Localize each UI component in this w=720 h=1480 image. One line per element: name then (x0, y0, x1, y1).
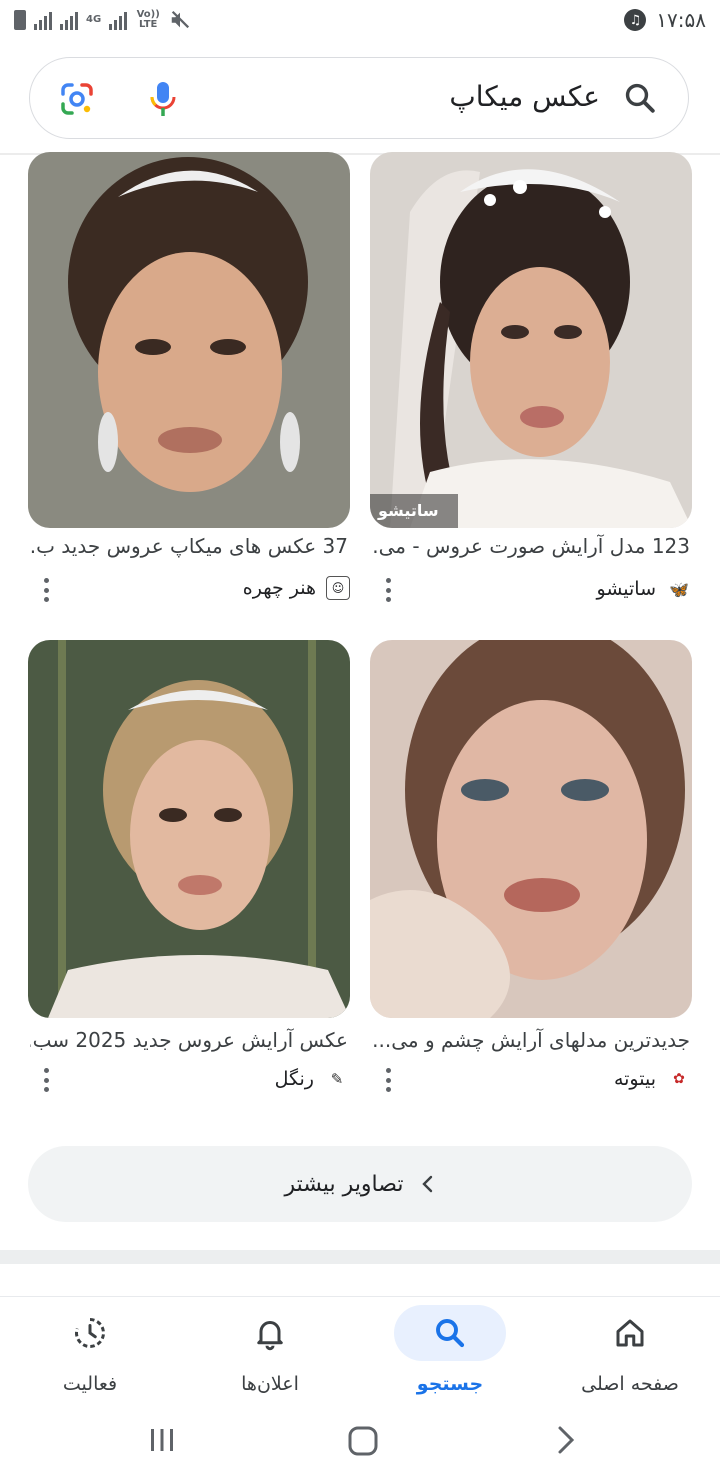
result-source[interactable]: ☺ هنر چهره (243, 576, 350, 600)
result-source[interactable]: 🦋 ساتیشو (597, 576, 693, 602)
rangel-logo-icon: ✎ (330, 1070, 344, 1088)
chevron-left-icon (422, 1175, 433, 1193)
nav-label-search: جستجو (416, 1373, 484, 1395)
result-source[interactable]: ✎ رنگل (275, 1066, 350, 1092)
bitote-logo-icon: ✿ (673, 1071, 685, 1087)
status-left: 4G Vo)) LTE (14, 9, 191, 31)
signal-icon-2 (60, 10, 78, 30)
more-options-icon[interactable] (42, 1068, 50, 1092)
result-title[interactable]: 37 عکس های میکاپ عروس جدید ب... (30, 534, 348, 558)
result-image[interactable]: ساتیشو (370, 152, 692, 528)
more-options-icon[interactable] (384, 1068, 392, 1092)
search-icon[interactable] (622, 80, 658, 116)
nav-notifications[interactable]: اعلان‌ها (180, 1305, 360, 1395)
clock: ۱۷:۵۸ (656, 8, 706, 32)
network-type-label: 4G (86, 14, 102, 25)
source-name: رنگل (274, 1068, 314, 1090)
result-image[interactable] (370, 640, 692, 1018)
source-name: بیتوته (613, 1068, 656, 1090)
result-image[interactable] (28, 152, 350, 528)
result-source[interactable]: ✿ بیتوته (614, 1066, 692, 1092)
search-bar[interactable]: عکس میکاپ (29, 57, 689, 139)
nav-label-activity: فعالیت (62, 1373, 118, 1395)
source-name: هنر چهره (242, 577, 316, 599)
more-options-icon[interactable] (42, 578, 50, 602)
signal-icon (34, 10, 52, 30)
image-result-card[interactable]: ساتیشو 123 مدل آرایش صورت عروس - می... 🦋… (370, 152, 692, 602)
status-bar: 4G Vo)) LTE ♫ ۱۷:۵۸ (0, 0, 720, 44)
nav-label-notifications: اعلان‌ها (241, 1373, 299, 1395)
nav-home[interactable]: صفحه اصلی (540, 1305, 720, 1395)
search-input[interactable]: عکس میکاپ (449, 80, 600, 113)
section-divider (0, 1250, 720, 1264)
source-name: ساتیشو (596, 578, 657, 600)
home-icon (616, 1319, 644, 1347)
system-navigation (0, 1408, 720, 1480)
image-result-card[interactable]: 37 عکس های میکاپ عروس جدید ب... ☺ هنر چه… (28, 152, 350, 602)
butterfly-icon: 🦋 (669, 579, 689, 599)
nav-label-home: صفحه اصلی (581, 1373, 679, 1395)
bell-icon (257, 1321, 283, 1351)
recent-apps-icon[interactable] (146, 1424, 178, 1456)
watermark-text: ساتیشو (378, 501, 439, 520)
google-lens-icon[interactable] (60, 82, 94, 116)
image-result-card[interactable]: جدیدترین مدلهای آرایش چشم و می... ✿ بیتو… (370, 640, 692, 1092)
activity-icon (75, 1318, 105, 1348)
more-options-icon[interactable] (384, 578, 392, 602)
mic-icon[interactable] (148, 80, 178, 120)
result-image[interactable] (28, 640, 350, 1018)
bottom-navigation: صفحه اصلی جستجو اعلان‌ها فعالیت (0, 1296, 720, 1407)
more-images-label: تصاویر بیشتر (284, 1171, 404, 1197)
back-icon[interactable] (552, 1424, 580, 1456)
result-title[interactable]: 123 مدل آرایش صورت عروس - می... (372, 534, 690, 558)
nav-search[interactable]: جستجو (360, 1305, 540, 1395)
volte-label: Vo)) LTE (136, 9, 160, 30)
battery-icon (14, 10, 26, 30)
result-title[interactable]: عکس آرایش عروس جدید 2025 سب... (30, 1028, 348, 1052)
result-title[interactable]: جدیدترین مدلهای آرایش چشم و می... (372, 1028, 690, 1052)
nav-activity[interactable]: فعالیت (0, 1305, 180, 1395)
music-icon: ♫ (624, 9, 647, 31)
mute-icon (171, 10, 190, 29)
search-icon (436, 1319, 465, 1348)
more-images-button[interactable]: تصاویر بیشتر (28, 1146, 692, 1222)
home-button-icon[interactable] (346, 1424, 380, 1458)
face-logo-icon: ☺ (326, 576, 350, 600)
signal-icon-3 (109, 10, 128, 30)
image-result-card[interactable]: عکس آرایش عروس جدید 2025 سب... ✎ رنگل (28, 640, 350, 1092)
status-right: ♫ ۱۷:۵۸ (624, 8, 706, 32)
